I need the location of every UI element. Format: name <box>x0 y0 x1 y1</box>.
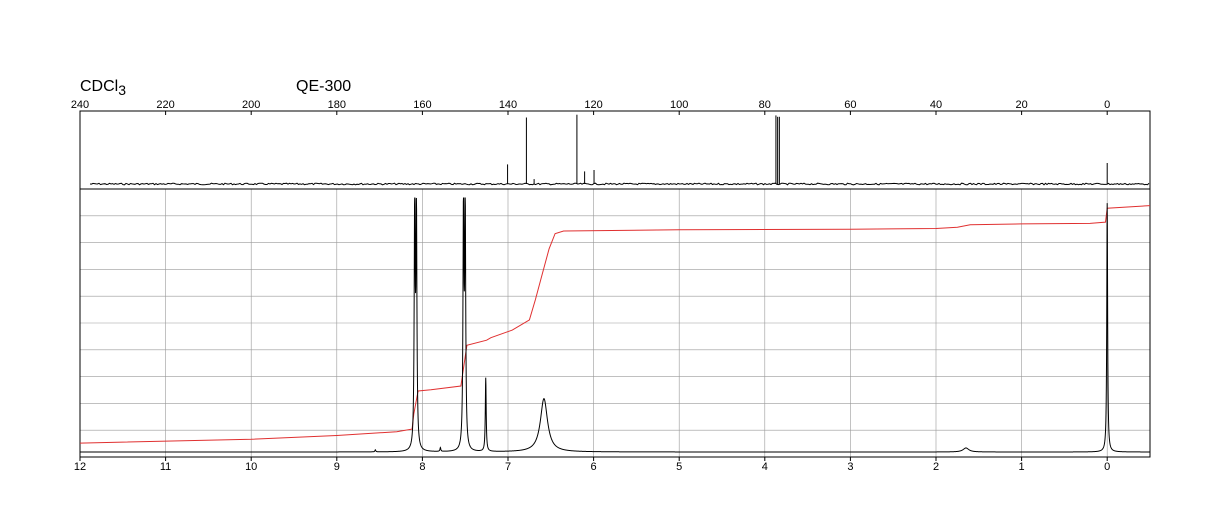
proton-tick-label: 12 <box>74 461 86 473</box>
proton-axis: 12 11 10 9 8 7 6 5 4 3 2 1 0 <box>74 457 1110 473</box>
proton-tick-label: 9 <box>334 461 340 473</box>
carbon-13-peaks <box>507 114 1108 184</box>
carbon-13-tick-label: 60 <box>844 99 856 111</box>
proton-tick-label: 8 <box>419 461 425 473</box>
carbon-13-tick-label: 200 <box>242 99 260 111</box>
proton-spectrum-line <box>80 197 1150 453</box>
carbon-13-tick-label: 160 <box>413 99 431 111</box>
carbon-13-tick-label: 120 <box>584 99 602 111</box>
proton-grid <box>80 189 1150 457</box>
proton-tick-label: 11 <box>160 461 171 473</box>
proton-panel: 12 11 10 9 8 7 6 5 4 3 2 1 0 <box>74 188 1151 473</box>
carbon-13-baseline <box>89 182 1150 186</box>
carbon-13-tick-label: 100 <box>670 99 688 111</box>
carbon-13-tick-label: 180 <box>328 99 346 111</box>
proton-tick-label: 7 <box>505 461 511 473</box>
carbon-13-tick-label: 80 <box>759 99 771 111</box>
proton-tick-label: 5 <box>676 461 682 473</box>
carbon-13-axis: 240 220 200 180 160 140 120 100 80 60 40 20 0 <box>71 99 1110 115</box>
integral-curve <box>79 205 1151 444</box>
carbon-13-tick-label: 0 <box>1104 99 1110 111</box>
carbon-13-tick-label: 220 <box>156 99 174 111</box>
nmr-spectrum-figure: CDCl3 QE-300 240 220 200 180 160 140 120 100 80 6… <box>0 0 1224 528</box>
proton-tick-label: 10 <box>245 461 257 473</box>
proton-tick-label: 6 <box>591 461 597 473</box>
spectrum-chart: 240 220 200 180 160 140 120 100 80 60 40 20 0 12 11 10… <box>71 99 1151 473</box>
carbon-13-panel: 240 220 200 180 160 140 120 100 80 60 40 20 0 <box>71 99 1151 190</box>
carbon-13-tick-label: 240 <box>71 99 89 111</box>
carbon-13-tick-label: 140 <box>499 99 517 111</box>
proton-tick-label: 0 <box>1104 461 1110 473</box>
proton-tick-label: 3 <box>847 461 853 473</box>
proton-tick-label: 2 <box>933 461 939 473</box>
carbon-13-frame <box>79 110 1151 190</box>
carbon-13-tick-label: 40 <box>930 99 942 111</box>
proton-tick-label: 4 <box>762 461 768 473</box>
proton-tick-label: 1 <box>1019 461 1025 473</box>
carbon-13-tick-label: 20 <box>1015 99 1027 111</box>
